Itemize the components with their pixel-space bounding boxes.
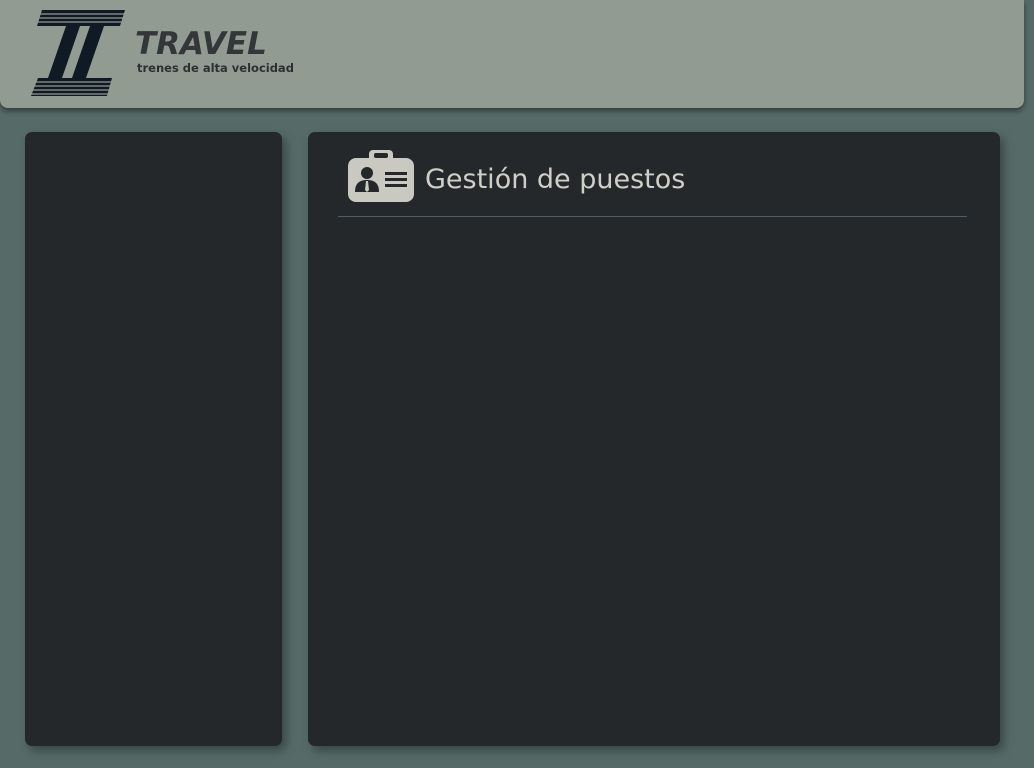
brand-subtitle: trenes de alta velocidad (137, 61, 294, 75)
title-divider (338, 216, 967, 217)
main-panel: Gestión de puestos (308, 132, 1000, 746)
ti-rail-logo-icon (28, 10, 128, 96)
id-badge-icon (348, 150, 414, 202)
brand-title: TRAVEL (135, 26, 267, 62)
sidebar (25, 132, 282, 746)
section-title: Gestión de puestos (425, 164, 686, 195)
app-header: TRAVEL trenes de alta velocidad (0, 0, 1024, 108)
